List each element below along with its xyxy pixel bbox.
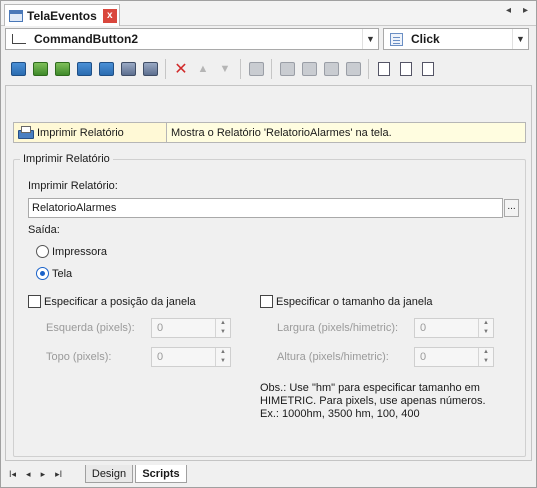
document-check-icon[interactable] — [395, 58, 417, 80]
spin-up-icon[interactable]: ▲ — [479, 319, 493, 328]
toolbar-separator — [271, 59, 272, 79]
cursor-icon[interactable] — [245, 58, 267, 80]
new-script-icon[interactable] — [7, 58, 29, 80]
action-list-row[interactable]: Imprimir Relatório Mostra o Relatório 'R… — [13, 122, 526, 143]
prev-tab-icon[interactable]: ◂ — [26, 469, 31, 480]
chevron-down-icon[interactable]: ▼ — [362, 29, 378, 49]
move-down-icon[interactable]: ▼ — [214, 58, 236, 80]
delete-icon[interactable]: ✕ — [170, 58, 192, 80]
document-icon[interactable] — [373, 58, 395, 80]
height-value: 0 — [420, 351, 427, 363]
radio-button[interactable] — [36, 245, 49, 258]
observation-line: Ex.: 1000hm, 3500 hm, 100, 400 — [260, 408, 420, 420]
browse-report-button[interactable]: ... — [504, 199, 519, 217]
find-next-icon[interactable] — [320, 58, 342, 80]
spin-up-icon[interactable]: ▲ — [216, 348, 230, 357]
tab-scroll-arrows: ◂ ▸ — [506, 5, 528, 16]
top-value: 0 — [157, 351, 164, 363]
report-input-value: RelatorioAlarmes — [32, 202, 117, 214]
action-name: Imprimir Relatório — [37, 126, 124, 139]
size-checkbox[interactable]: Especificar o tamanho da janela — [260, 295, 433, 308]
printer-icon — [17, 125, 34, 140]
tab-title: TelaEventos — [27, 8, 97, 23]
output-radio-impressora[interactable]: Impressora — [36, 245, 107, 258]
object-combo-value: CommandButton2 — [34, 32, 138, 46]
tab-navigation: I◂ ◂ ▸ ▸I — [9, 469, 62, 480]
event-icon — [390, 32, 403, 46]
output-label: Saída: — [28, 224, 60, 236]
last-tab-icon[interactable]: ▸I — [55, 469, 62, 480]
tab-scripts[interactable]: Scripts — [135, 465, 187, 483]
group-title: Imprimir Relatório — [20, 153, 113, 165]
observation-note: Obs.: Use "hm" para especificar tamanho … — [260, 382, 486, 421]
radio-label: Impressora — [52, 245, 108, 258]
checkbox[interactable] — [28, 295, 41, 308]
report-input[interactable]: RelatorioAlarmes — [28, 198, 503, 218]
width-spinner[interactable]: 0 ▲ ▼ — [414, 318, 494, 338]
checkbox[interactable] — [260, 295, 273, 308]
spell-icon[interactable] — [342, 58, 364, 80]
document-list-icon[interactable] — [417, 58, 439, 80]
bottom-tabbar: I◂ ◂ ▸ ▸I Design Scripts — [1, 464, 536, 487]
event-combo[interactable]: Click ▼ — [383, 28, 529, 50]
width-value: 0 — [420, 322, 427, 334]
radio-button[interactable] — [36, 267, 49, 280]
observation-line: HIMETRIC. Para pixels, use apenas número… — [260, 395, 486, 407]
tab-telaeventos[interactable]: TelaEventos x — [4, 4, 120, 26]
toolbar-separator — [165, 59, 166, 79]
event-combo-value: Click — [411, 32, 440, 46]
print-icon[interactable] — [139, 58, 161, 80]
action-description: Mostra o Relatório 'RelatorioAlarmes' na… — [171, 126, 392, 139]
scroll-left-icon[interactable]: ◂ — [506, 5, 511, 16]
width-label: Largura (pixels/himetric): — [277, 322, 399, 334]
checkbox-label: Especificar o tamanho da janela — [276, 295, 433, 308]
object-combo[interactable]: CommandButton2 ▼ — [5, 28, 379, 50]
spin-up-icon[interactable]: ▲ — [479, 348, 493, 357]
chevron-down-icon[interactable]: ▼ — [512, 29, 528, 49]
close-icon[interactable]: x — [102, 8, 117, 23]
tab-design[interactable]: Design — [85, 465, 133, 483]
spin-down-icon[interactable]: ▼ — [216, 328, 230, 337]
top-spinner[interactable]: 0 ▲ ▼ — [151, 347, 231, 367]
left-value: 0 — [157, 322, 164, 334]
insert-action-icon[interactable] — [29, 58, 51, 80]
spin-up-icon[interactable]: ▲ — [216, 319, 230, 328]
scroll-right-icon[interactable]: ▸ — [523, 5, 528, 16]
report-label: Imprimir Relatório: — [28, 180, 118, 192]
first-tab-icon[interactable]: I◂ — [9, 469, 16, 480]
left-spinner[interactable]: 0 ▲ ▼ — [151, 318, 231, 338]
radio-label: Tela — [52, 267, 73, 280]
toolbar-separator — [240, 59, 241, 79]
print-report-group: Imprimir Relatório Imprimir Relatório: R… — [13, 153, 526, 457]
left-label: Esquerda (pixels): — [46, 322, 135, 334]
height-label: Altura (pixels/himetric): — [277, 351, 389, 363]
spin-down-icon[interactable]: ▼ — [216, 357, 230, 366]
toolbar-separator — [368, 59, 369, 79]
editor-window: TelaEventos x ◂ ▸ CommandButton2 ▼ Click… — [0, 0, 537, 488]
document-tabbar: TelaEventos x ◂ ▸ — [1, 1, 536, 26]
command-button-icon — [12, 34, 26, 44]
settings-icon[interactable] — [117, 58, 139, 80]
checkbox-label: Especificar a posição da janela — [44, 295, 196, 308]
top-label: Topo (pixels): — [46, 351, 112, 363]
screen-icon — [9, 9, 23, 22]
script-content-area: Imprimir Relatório Mostra o Relatório 'R… — [5, 85, 532, 461]
height-spinner[interactable]: 0 ▲ ▼ — [414, 347, 494, 367]
script-toolbar: ✕ ▲ ▼ — [1, 55, 536, 83]
move-up-icon[interactable]: ▲ — [192, 58, 214, 80]
insert-picture-icon[interactable] — [51, 58, 73, 80]
output-radio-tela[interactable]: Tela — [36, 267, 72, 280]
binoculars-icon[interactable] — [276, 58, 298, 80]
refresh-icon[interactable] — [95, 58, 117, 80]
spin-down-icon[interactable]: ▼ — [479, 357, 493, 366]
spin-down-icon[interactable]: ▼ — [479, 328, 493, 337]
position-checkbox[interactable]: Especificar a posição da janela — [28, 295, 196, 308]
find-replace-icon[interactable] — [298, 58, 320, 80]
observation-line: Obs.: Use "hm" para especificar tamanho … — [260, 382, 480, 394]
open-screen-icon[interactable] — [73, 58, 95, 80]
next-tab-icon[interactable]: ▸ — [41, 469, 46, 480]
